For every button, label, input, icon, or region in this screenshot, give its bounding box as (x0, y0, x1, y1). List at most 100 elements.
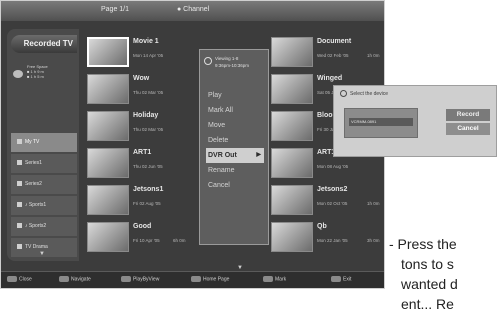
menu-item-dvr-out[interactable]: DVR Out ▶ (206, 148, 264, 163)
recording-date: Thu 02 Jun '05 (133, 164, 163, 169)
instruction-line: - Press the (389, 236, 457, 252)
recording-tile[interactable]: Qb Mon 22 Jan '05 3h 0m (271, 220, 380, 254)
hint-label: Close (19, 276, 32, 283)
select-device-dialog: Select the device VCRMM-0891 Record Canc… (333, 85, 497, 157)
menu-item-dvr-out-label: DVR Out (208, 152, 237, 159)
recording-title: Document (317, 38, 352, 45)
key-icon (331, 276, 341, 282)
grid-scroll-down-icon[interactable]: ▼ (237, 265, 243, 271)
recording-duration: 6h 0m (173, 238, 186, 243)
dialog-title-text: Select the device (350, 90, 389, 97)
recording-date: Mon 08 Aug '05 (317, 164, 349, 169)
instruction-line: tons to s (401, 256, 454, 272)
disk-icon (13, 70, 23, 78)
recording-date: Mon 14 Apr '05 (133, 53, 164, 58)
recording-title: Jetsons2 (317, 186, 348, 193)
category-series2[interactable]: Series2 (11, 175, 77, 194)
recording-title: Movie 1 (133, 38, 159, 45)
menu-item-cancel[interactable]: Cancel (206, 178, 264, 193)
recording-thumbnail (271, 148, 313, 178)
recording-thumbnail (271, 111, 313, 141)
context-menu: Viewing 1-8 9:36pm-10:36pm Play Mark All… (199, 49, 269, 245)
category-label: Series2 (25, 181, 42, 187)
folder-icon (17, 244, 22, 250)
disk-space: Free Space ■ 1 h 9 m ■ 1 h 5 m (13, 64, 48, 83)
recording-thumbnail (87, 185, 129, 215)
recording-title: Holiday (133, 112, 159, 119)
instruction-line: wanted d (401, 276, 458, 292)
menu-item-rename[interactable]: Rename (206, 163, 264, 178)
category-label: ♪ Sports2 (25, 223, 47, 229)
recording-tile[interactable]: Wow Thu 02 Mar '05 (87, 72, 191, 106)
recording-title: Wow (133, 75, 150, 82)
folder-icon (17, 223, 22, 229)
device-item[interactable]: VCRMM-0891 (349, 118, 413, 126)
recorded-tv-title: Recorded TV (11, 35, 77, 53)
category-label: ♪ Sports1 (25, 202, 47, 208)
recording-date: Fri 10 Apr '05 (133, 238, 160, 243)
record-button[interactable]: Record (446, 109, 490, 121)
info-icon (340, 90, 347, 97)
recording-thumbnail (87, 74, 129, 104)
hint-navigate: Navigate (59, 276, 91, 282)
key-icon (191, 276, 201, 282)
channel-indicator: ● Channel (177, 6, 210, 13)
recording-tile[interactable]: Movie 1 Mon 14 Apr '05 (87, 35, 191, 69)
recording-tile[interactable]: Holiday Thu 02 Mar '05 (87, 109, 191, 143)
hint-close: Close (7, 276, 32, 282)
recording-tile[interactable]: Document Wed 02 Feb '05 1h 0m (271, 35, 380, 69)
menu-header: Viewing 1-8 9:36pm-10:36pm (204, 54, 264, 78)
key-icon (7, 276, 17, 282)
recording-thumbnail (271, 37, 313, 67)
hint-label: Mark (275, 276, 287, 283)
key-icon (59, 276, 69, 282)
category-label: My TV (25, 139, 40, 145)
folder-icon (17, 139, 22, 145)
category-label: Series1 (25, 160, 42, 166)
key-icon (263, 276, 273, 282)
hint-home-page: Home Page (191, 276, 229, 282)
recording-date: Fri 02 Aug '05 (133, 201, 161, 206)
menu-item-move[interactable]: Move (206, 118, 264, 133)
bottom-bar: Close Navigate PlayByView Home Page Mark… (1, 271, 384, 288)
folder-icon (17, 202, 22, 208)
recording-thumbnail (271, 74, 313, 104)
category-label: TV Drama (25, 244, 48, 250)
recording-thumbnail (271, 222, 313, 252)
recording-title: Jetsons1 (133, 186, 164, 193)
category-series1[interactable]: Series1 (11, 154, 77, 173)
dialog-title: Select the device (340, 90, 388, 97)
recording-title: ART1 (133, 149, 152, 156)
recording-date: Thu 02 Mar '05 (133, 127, 164, 132)
menu-item-play[interactable]: Play (206, 88, 264, 103)
recording-tile[interactable]: ART1 Thu 02 Jun '05 (87, 146, 191, 180)
recording-thumbnail (87, 37, 129, 67)
instruction-line: ent... Re (401, 296, 454, 312)
recording-title: Winged (317, 75, 343, 82)
recording-tile[interactable]: Good Fri 10 Apr '05 6h 0m (87, 220, 191, 254)
category-sports1[interactable]: ♪ Sports1 (11, 196, 77, 215)
recording-tile[interactable]: Jetsons2 Mon 02 Oct '05 1h 0m (271, 183, 380, 217)
recording-tile[interactable]: Jetsons1 Fri 02 Aug '05 (87, 183, 191, 217)
tv-screen: Page 1/1 ● Channel Recorded TV Free Spac… (0, 0, 385, 289)
menu-items: Play Mark All Move Delete DVR Out ▶ Rena… (206, 88, 264, 193)
disk-lines: Free Space ■ 1 h 9 m ■ 1 h 5 m (27, 64, 77, 79)
category-my-tv[interactable]: My TV (11, 133, 77, 152)
cancel-button[interactable]: Cancel (446, 123, 490, 135)
page-indicator: Page 1/1 (101, 6, 130, 13)
recording-thumbnail (87, 111, 129, 141)
recording-date: Wed 02 Feb '05 (317, 53, 349, 58)
hint-label: Home Page (203, 276, 230, 283)
menu-item-delete[interactable]: Delete (206, 133, 264, 148)
recording-title: Qb (317, 223, 327, 230)
hint-label: Exit (343, 276, 352, 283)
category-sports2[interactable]: ♪ Sports2 (11, 217, 77, 236)
submenu-arrow-icon: ▶ (256, 152, 261, 158)
free-space-line-2: ■ 1 h 5 m (27, 74, 44, 79)
hint-mark: Mark (263, 276, 286, 282)
recording-thumbnail (87, 222, 129, 252)
device-list: VCRMM-0891 (344, 108, 418, 138)
folder-icon (17, 181, 22, 187)
menu-item-mark-all[interactable]: Mark All (206, 103, 264, 118)
scroll-down-icon[interactable]: ▼ (39, 251, 45, 257)
